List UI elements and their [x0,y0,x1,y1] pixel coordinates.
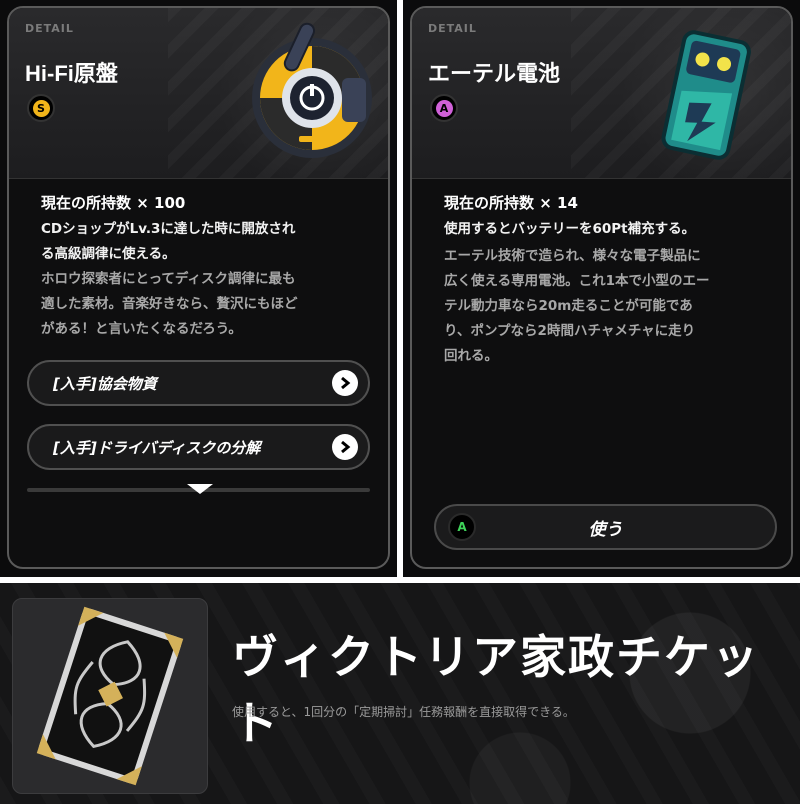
use-button-label: 使う [588,519,623,540]
item-detail-card-hifi: DETAIL Hi-Fi原盤 S 現在の所持数 × 100 CDショップがLv.… [7,6,390,569]
left-panel: DETAIL Hi-Fi原盤 S 現在の所持数 × 100 CDショップがLv.… [0,0,397,577]
description-line: CDショップがLv.3に達した時に開放され [41,221,296,237]
item-title: Hi-Fi原盤 [25,61,118,86]
flavor-line: エーテル技術で造られ、様々な電子製品に [444,248,701,264]
chevron-right-icon [332,370,358,396]
hifi-master-disc-icon [244,18,374,172]
flavor-line: り、ポンプなら2時間ハチャメチャに走り [444,323,696,339]
flavor-line: テル動力車なら20m走ることが可能であ [444,298,693,314]
victoria-ticket-icon [12,598,208,794]
owned-count: 現在の所持数 × 100 [41,194,186,212]
ether-battery-icon [651,26,761,170]
item-flavor-text: ホロウ探索者にとってディスク調律に最も 適した素材。音楽好きなら、贅沢にもほど … [41,267,366,342]
source-label: [入手]協会物資 [53,374,157,393]
flavor-line: 回れる。 [444,348,498,364]
item-detail-card-ether-battery: DETAIL エーテル電池 A 現在の所持数 × 14 使用するとバッテリーを6… [410,6,793,569]
rank-badge: A [430,94,458,122]
rank-letter: A [435,99,453,117]
source-label: [入手]ドライバディスクの分解 [53,438,261,457]
banner-item-description: 使用すると、1回分の「定期掃討」任務報酬を直接取得できる。 [232,705,575,719]
item-banner: ヴィクトリア家政チケット 使用すると、1回分の「定期掃討」任務報酬を直接取得でき… [0,583,800,804]
item-title: エーテル電池 [428,61,561,86]
chevron-right-icon [332,434,358,460]
item-flavor-text: エーテル技術で造られ、様々な電子製品に 広く使える専用電池。これ1本で小型のエー… [444,244,769,369]
source-button-association-supplies[interactable]: [入手]協会物資 [27,360,370,406]
more-down-arrow-icon[interactable] [187,484,213,494]
detail-label: DETAIL [428,22,477,35]
flavor-line: がある！と言いたくなるだろう。 [41,321,242,337]
right-panel: DETAIL エーテル電池 A 現在の所持数 × 14 使用するとバッテリーを6… [403,0,800,577]
flavor-line: 広く使える専用電池。これ1本で小型のエー [444,273,710,289]
source-button-disc-dismantle[interactable]: [入手]ドライバディスクの分解 [27,424,370,470]
flavor-line: 適した素材。音楽好きなら、贅沢にもほど [41,296,298,312]
item-description: CDショップがLv.3に達した時に開放され る高級調律に使える。 [41,217,366,267]
description-line: 使用するとバッテリーを60Pt補充する。 [444,221,696,237]
description-line: る高級調律に使える。 [41,246,176,262]
rank-badge: S [27,94,55,122]
rank-letter: S [32,99,50,117]
flavor-line: ホロウ探索者にとってディスク調律に最も [41,271,296,287]
item-description: 使用するとバッテリーを60Pt補充する。 [444,217,769,242]
use-button[interactable]: A 使う [434,504,777,550]
detail-label: DETAIL [25,22,74,35]
banner-item-title: ヴィクトリア家政チケット [232,630,760,750]
owned-count: 現在の所持数 × 14 [444,194,578,212]
